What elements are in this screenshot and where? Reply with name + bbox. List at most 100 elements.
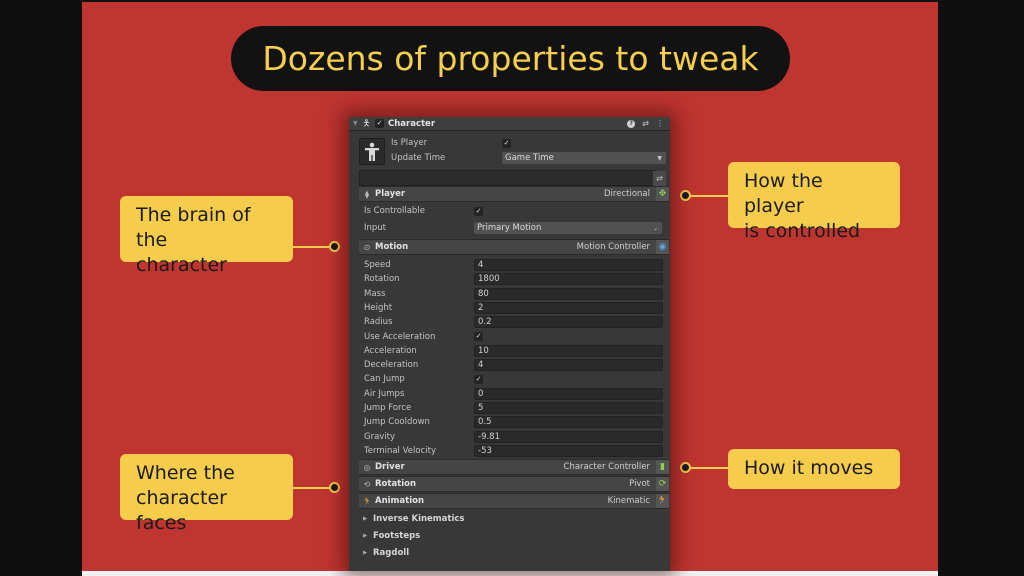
slide-title: Dozens of properties to tweak	[262, 39, 759, 78]
property-label: Can Jump	[364, 374, 405, 385]
property-label: Radius	[364, 317, 393, 328]
input-value: Primary Motion	[477, 223, 542, 233]
property-input[interactable]: 4	[474, 259, 663, 271]
motion-controller-icon[interactable]: ◉	[656, 240, 669, 254]
driver-icon: ◎	[363, 462, 371, 472]
update-time-value: Game Time	[505, 153, 554, 163]
property-label: Speed	[364, 260, 391, 270]
callout-text: The brain of the	[136, 204, 251, 251]
property-input[interactable]: 1800	[474, 273, 663, 286]
motion-section-title: Motion	[375, 242, 409, 252]
player-section-value: Directional	[604, 189, 650, 199]
foldout-arrow-icon: ▶	[363, 533, 368, 539]
property-row: Height 2	[349, 301, 670, 315]
property-row: Rotation 1800	[349, 272, 670, 286]
foldout-inverse-kinematics[interactable]: ▶ Inverse Kinematics	[363, 514, 464, 524]
property-label: Jump Cooldown	[364, 417, 430, 428]
player-section-header[interactable]: ⧫ Player Directional ✥	[359, 186, 669, 202]
preset-icon[interactable]: ⇄	[642, 119, 649, 128]
input-label: Input	[364, 223, 387, 233]
input-dropdown[interactable]: Primary Motion ⌄	[474, 222, 662, 234]
property-input[interactable]: -9.81	[474, 430, 663, 443]
more-icon[interactable]: ⋮	[656, 119, 664, 128]
is-player-checkbox[interactable]: ✓	[502, 138, 511, 148]
rotation-section-header[interactable]: ⟲ Rotation Pivot ⟳	[359, 476, 669, 492]
property-input[interactable]: 4	[474, 359, 663, 372]
property-label: Deceleration	[364, 360, 419, 371]
preset-button[interactable]: ⇄	[653, 171, 666, 186]
update-time-row: Update Time Game Time ▼	[349, 151, 670, 165]
property-input[interactable]: 10	[474, 344, 663, 357]
callout-text: character faces	[136, 487, 227, 534]
property-input[interactable]: 2	[474, 301, 663, 314]
slide-title-pill: Dozens of properties to tweak	[231, 26, 790, 91]
foldout-label: Ragdoll	[373, 548, 410, 558]
property-input[interactable]: 0.2	[474, 316, 663, 329]
property-label: Height	[364, 302, 393, 313]
property-input[interactable]: 0.5	[474, 416, 663, 429]
property-input[interactable]: 5	[474, 402, 663, 414]
property-row: Use Acceleration ✓	[349, 330, 670, 344]
callout-faces: Where the character faces	[120, 454, 293, 534]
property-checkbox[interactable]: ✓	[474, 332, 483, 341]
property-label: Gravity	[364, 431, 396, 442]
property-row: Speed 4	[349, 258, 670, 272]
animation-icon: 🏃	[362, 496, 372, 506]
rotation-section-title: Rotation	[375, 479, 417, 489]
callout-text: is controlled	[744, 220, 861, 242]
is-controllable-label: Is Controllable	[364, 206, 425, 216]
callout-dot	[680, 462, 691, 473]
property-input[interactable]: 80	[474, 287, 663, 300]
property-input[interactable]: -53	[474, 444, 663, 457]
property-label: Mass	[364, 288, 386, 299]
help-icon[interactable]: ?	[627, 119, 636, 128]
pivot-icon[interactable]: ⟳	[656, 477, 669, 491]
update-time-dropdown[interactable]: Game Time ▼	[502, 152, 666, 164]
callout-player: How the player is controlled	[728, 162, 900, 242]
foldout-label: Inverse Kinematics	[373, 514, 465, 524]
foldout-ragdoll[interactable]: ▶ Ragdoll	[363, 548, 409, 558]
callout-text: character	[136, 254, 227, 276]
rotation-section-value: Pivot	[629, 479, 650, 489]
property-row: Mass 80	[349, 287, 670, 301]
bottom-strip	[82, 571, 938, 576]
callout-connector	[690, 195, 728, 197]
property-row: Air Jumps 0	[349, 387, 670, 401]
property-row: Jump Force 5	[349, 401, 670, 415]
driver-section-title: Driver	[375, 462, 405, 472]
player-section-title: Player	[375, 189, 406, 199]
component-enabled-checkbox[interactable]: ✓	[375, 119, 384, 128]
is-controllable-checkbox[interactable]: ✓	[474, 206, 483, 216]
update-time-label: Update Time	[391, 153, 446, 163]
kinematic-icon[interactable]: 🏃	[656, 494, 669, 508]
motion-icon: ⊙	[363, 242, 371, 252]
motion-section-header[interactable]: ⊙ Motion Motion Controller ◉	[359, 239, 669, 255]
empty-field[interactable]	[359, 170, 656, 186]
directional-icon[interactable]: ✥	[656, 187, 669, 201]
foldout-footsteps[interactable]: ▶ Footsteps	[363, 531, 420, 541]
callout-dot	[329, 482, 340, 493]
property-label: Acceleration	[364, 345, 417, 356]
foldout-arrow-icon[interactable]: ▼	[353, 120, 361, 127]
animation-section-header[interactable]: 🏃 Animation Kinematic 🏃	[359, 493, 669, 509]
property-checkbox[interactable]: ✓	[474, 374, 483, 384]
driver-section-value: Character Controller	[563, 462, 650, 472]
rotation-icon: ⟲	[363, 479, 371, 489]
is-player-row: Is Player ✓	[349, 136, 670, 150]
foldout-arrow-icon: ▶	[363, 516, 368, 522]
character-controller-icon[interactable]: ▮	[656, 460, 669, 474]
property-label: Use Acceleration	[364, 331, 436, 342]
animation-section-title: Animation	[375, 496, 425, 506]
character-icon: 🯅	[362, 118, 371, 129]
foldout-label: Footsteps	[373, 531, 421, 541]
property-input[interactable]: 0	[474, 387, 663, 400]
player-icon: ⧫	[365, 189, 369, 199]
driver-section-header[interactable]: ◎ Driver Character Controller ▮	[359, 459, 669, 475]
property-row: Terminal Velocity -53	[349, 444, 670, 458]
motion-section-value: Motion Controller	[576, 242, 650, 252]
callout-text: How the player	[744, 170, 823, 217]
property-label: Rotation	[364, 274, 400, 285]
chevron-down-icon: ⌄	[652, 224, 658, 232]
property-row: Jump Cooldown 0.5	[349, 415, 670, 429]
component-header[interactable]: ▼ 🯅 ✓ Character ? ⇄ ⋮	[349, 117, 670, 131]
